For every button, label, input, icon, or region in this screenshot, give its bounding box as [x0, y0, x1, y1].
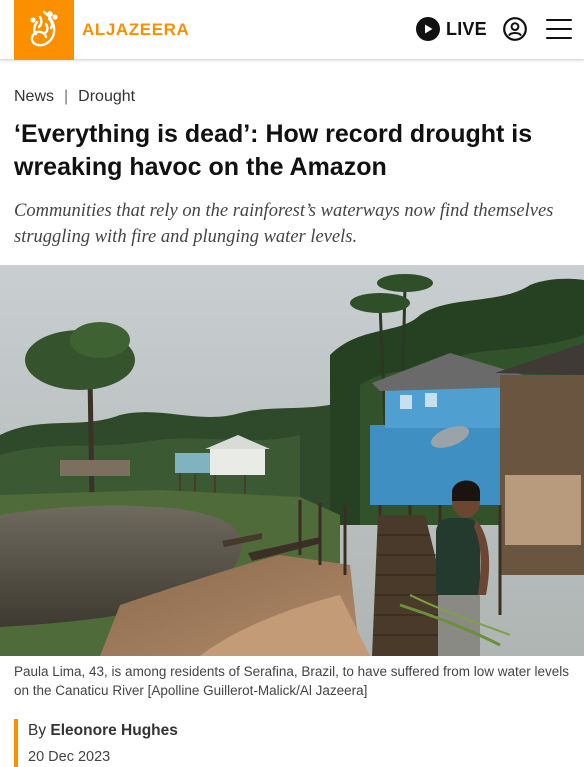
author-block: By Eleonore Hughes 20 Dec 2023	[14, 719, 178, 767]
byline-prefix: By	[28, 722, 47, 739]
aljazeera-logo-icon[interactable]	[14, 0, 74, 60]
breadcrumb-item-drought[interactable]: Drought	[78, 88, 135, 106]
live-label: LIVE	[446, 18, 487, 39]
article-hero-image	[0, 265, 584, 656]
article-subtitle: Communities that rely on the rainforest’…	[14, 201, 554, 247]
hamburger-menu-icon[interactable]	[546, 19, 572, 39]
author-link[interactable]: Eleonore Hughes	[50, 722, 177, 739]
breadcrumb: News | Drought	[14, 88, 135, 106]
article-title: ‘Everything is dead’: How record drought…	[14, 120, 533, 181]
play-icon	[416, 17, 440, 41]
site-header: ALJAZEERA LIVE	[0, 0, 584, 60]
byline: By Eleonore Hughes	[28, 722, 178, 740]
image-caption: Paula Lima, 43, is among residents of Se…	[14, 664, 570, 698]
breadcrumb-separator: |	[64, 88, 69, 105]
publish-date: 20 Dec 2023	[28, 749, 111, 765]
user-account-icon[interactable]	[503, 17, 527, 41]
live-button[interactable]: LIVE	[416, 16, 487, 42]
brand-name[interactable]: ALJAZEERA	[82, 20, 189, 40]
breadcrumb-item-news[interactable]: News	[14, 88, 54, 106]
